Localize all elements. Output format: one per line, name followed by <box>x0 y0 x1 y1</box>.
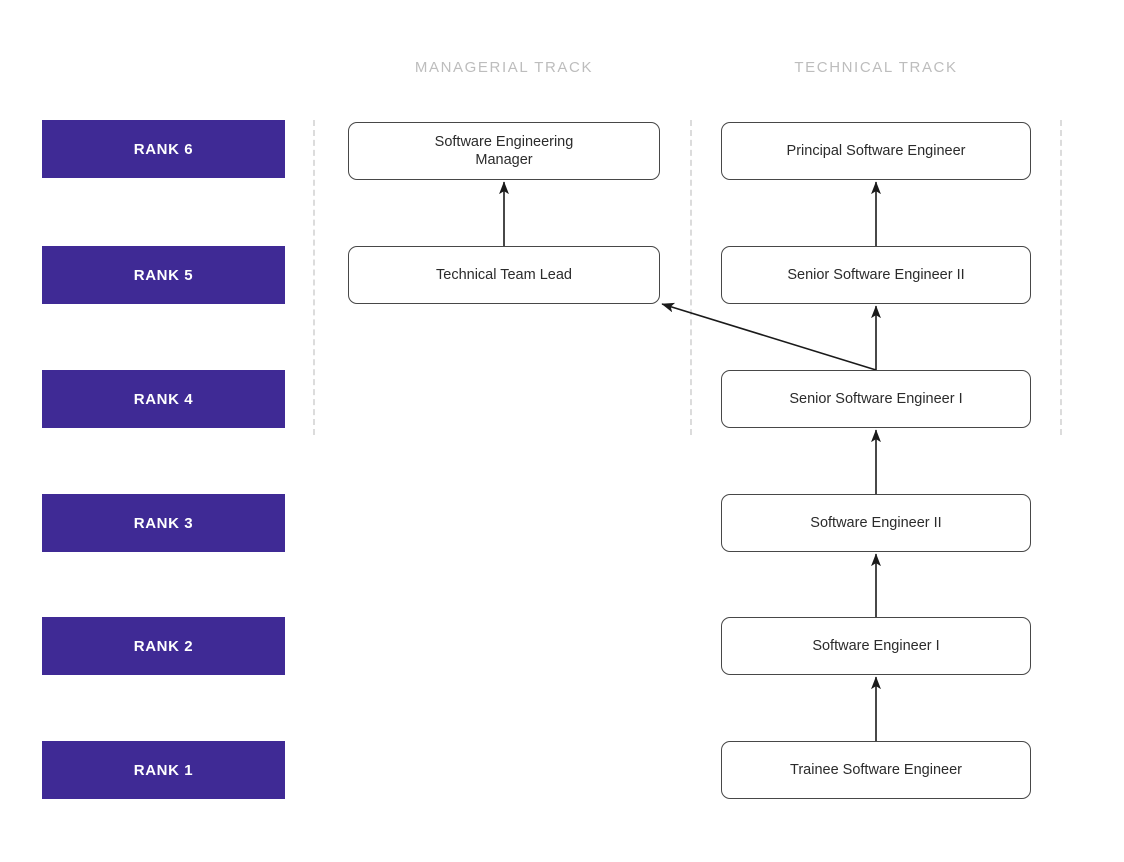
rank-label: RANK 2 <box>133 637 194 655</box>
rank-bar-4: RANK 4 <box>42 370 285 428</box>
rank-bar-1: RANK 1 <box>42 741 285 799</box>
node-principal-software-engineer[interactable]: Principal Software Engineer <box>721 122 1031 180</box>
node-software-engineer-ii[interactable]: Software Engineer II <box>721 494 1031 552</box>
connector-edge-sse1-to-ttl <box>661 302 877 371</box>
track-header-managerial: MANAGERIAL TRACK <box>414 59 594 76</box>
node-label: Senior Software Engineer II <box>787 266 965 283</box>
node-senior-software-engineer-ii[interactable]: Senior Software Engineer II <box>721 246 1031 304</box>
node-label: Software Engineer II <box>810 514 942 531</box>
track-divider-right <box>1060 120 1062 435</box>
track-header-technical: TECHNICAL TRACK <box>794 59 958 76</box>
node-technical-team-lead[interactable]: Technical Team Lead <box>348 246 660 304</box>
node-trainee-software-engineer[interactable]: Trainee Software Engineer <box>721 741 1031 799</box>
node-software-engineering-manager[interactable]: Software Engineering Manager <box>348 122 660 180</box>
career-ladder-diagram: MANAGERIAL TRACK TECHNICAL TRACK RANK 6 … <box>0 0 1124 862</box>
node-label: Trainee Software Engineer <box>790 761 962 778</box>
rank-bar-2: RANK 2 <box>42 617 285 675</box>
track-divider-left <box>313 120 315 435</box>
rank-label: RANK 6 <box>133 140 194 158</box>
rank-label: RANK 4 <box>133 390 194 408</box>
node-label: Principal Software Engineer <box>786 142 966 159</box>
rank-label: RANK 1 <box>133 761 194 779</box>
rank-bar-3: RANK 3 <box>42 494 285 552</box>
node-label: Senior Software Engineer I <box>789 390 963 407</box>
node-label: Technical Team Lead <box>436 266 572 283</box>
node-label: Software Engineering Manager <box>434 133 574 168</box>
node-label: Software Engineer I <box>812 637 940 654</box>
rank-bar-5: RANK 5 <box>42 246 285 304</box>
rank-label: RANK 5 <box>133 266 194 284</box>
rank-label: RANK 3 <box>133 514 194 532</box>
track-divider-middle <box>690 120 692 435</box>
node-senior-software-engineer-i[interactable]: Senior Software Engineer I <box>721 370 1031 428</box>
rank-bar-6: RANK 6 <box>42 120 285 178</box>
node-software-engineer-i[interactable]: Software Engineer I <box>721 617 1031 675</box>
